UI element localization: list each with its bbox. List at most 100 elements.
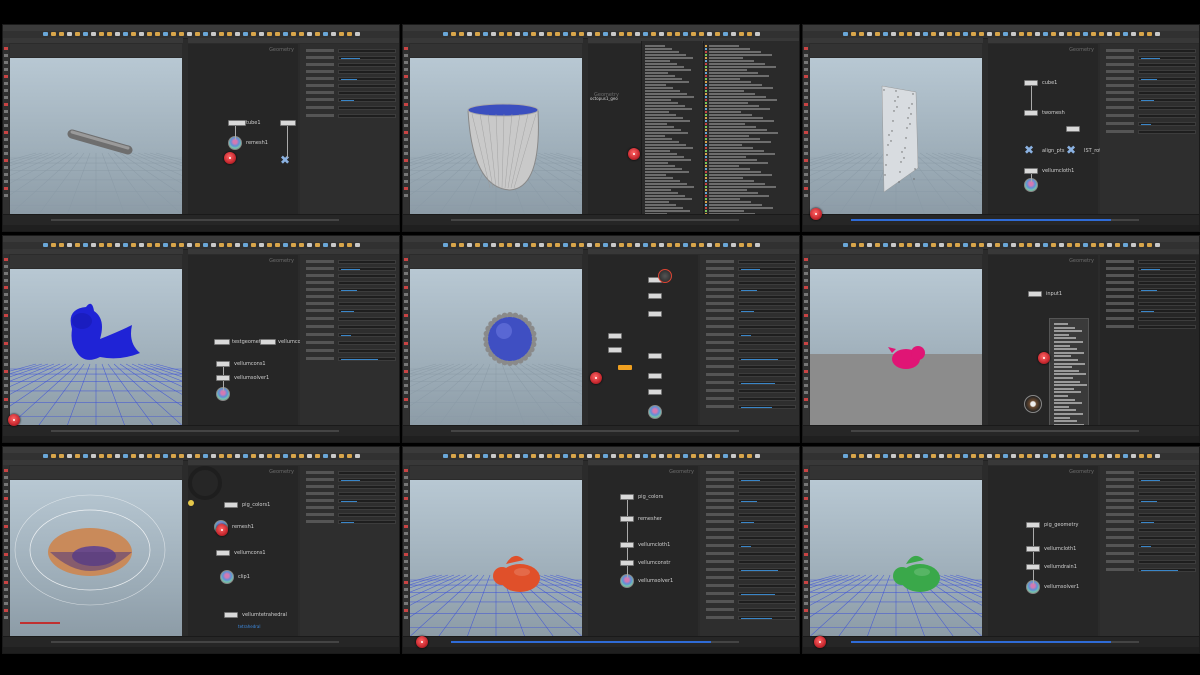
tool-icon[interactable] xyxy=(804,89,808,92)
tool-icon[interactable] xyxy=(404,180,408,183)
tool-icon[interactable] xyxy=(4,546,8,549)
shelf-tool-icon[interactable] xyxy=(299,243,304,247)
node-list-item[interactable] xyxy=(709,63,765,65)
node-list-item[interactable] xyxy=(645,90,680,92)
parameter-editor[interactable] xyxy=(1100,255,1199,428)
tool-icon[interactable] xyxy=(804,279,808,282)
shelf-tool-icon[interactable] xyxy=(219,243,224,247)
tool-icon[interactable] xyxy=(404,497,408,500)
tool-icon[interactable] xyxy=(4,131,8,134)
shelf-tool-icon[interactable] xyxy=(555,32,560,36)
shelf-tool-icon[interactable] xyxy=(1027,454,1032,458)
shelf-tool-icon[interactable] xyxy=(515,32,520,36)
shelf-tool-icon[interactable] xyxy=(595,454,600,458)
viewport-toolbar[interactable] xyxy=(810,255,982,268)
shelf-tool-icon[interactable] xyxy=(971,454,976,458)
shelf-tool-icon[interactable] xyxy=(323,32,328,36)
shelf-tool-icon[interactable] xyxy=(915,32,920,36)
shelf-tool-icon[interactable] xyxy=(291,243,296,247)
node-list-item[interactable] xyxy=(645,171,689,173)
parameter-row[interactable] xyxy=(706,568,796,572)
parameter-field[interactable] xyxy=(738,560,796,564)
shelf-tool-icon[interactable] xyxy=(291,454,296,458)
tool-icon[interactable] xyxy=(804,124,808,127)
tool-icon[interactable] xyxy=(804,391,808,394)
parameter-field[interactable] xyxy=(338,341,396,345)
tool-icon[interactable] xyxy=(4,321,8,324)
parameter-field[interactable] xyxy=(1138,260,1196,264)
node-list-item[interactable] xyxy=(709,183,765,185)
node-list-item[interactable] xyxy=(645,96,694,98)
node-list-item[interactable] xyxy=(645,81,689,83)
parameter-field[interactable] xyxy=(1138,106,1196,110)
scene-viewport[interactable] xyxy=(410,58,582,216)
shelf-tool-icon[interactable] xyxy=(883,454,888,458)
viewport-tabs[interactable] xyxy=(803,249,983,254)
shelf-tool-icon[interactable] xyxy=(227,243,232,247)
viewport-toolbar[interactable] xyxy=(10,44,182,57)
shelf-tool-icon[interactable] xyxy=(59,243,64,247)
parameter-field[interactable] xyxy=(1138,70,1196,74)
parameter-row[interactable] xyxy=(1106,499,1196,503)
parameter-row[interactable] xyxy=(706,357,796,361)
parameter-field[interactable] xyxy=(738,365,796,369)
node-list-item[interactable] xyxy=(645,102,678,104)
parameter-row[interactable] xyxy=(1106,77,1196,81)
parameter-editor[interactable] xyxy=(300,466,399,639)
parameter-field[interactable] xyxy=(338,478,396,482)
shelf-tool-icon[interactable] xyxy=(955,454,960,458)
parameter-row[interactable] xyxy=(706,471,796,475)
node-list-item[interactable] xyxy=(645,129,681,131)
tool-icon[interactable] xyxy=(4,511,8,514)
shelf-tool-icon[interactable] xyxy=(691,243,696,247)
node-list-item[interactable] xyxy=(645,117,683,119)
tool-icon[interactable] xyxy=(404,553,408,556)
sop-node[interactable] xyxy=(216,550,230,556)
tool-icon[interactable] xyxy=(804,476,808,479)
tool-icon[interactable] xyxy=(804,314,808,317)
shelf-tool-icon[interactable] xyxy=(931,243,936,247)
shelf-tool-icon[interactable] xyxy=(83,454,88,458)
shelf-tool-icon[interactable] xyxy=(323,454,328,458)
sop-node[interactable] xyxy=(260,339,276,345)
shelf-tool-icon[interactable] xyxy=(867,32,872,36)
tool-icon[interactable] xyxy=(804,265,808,268)
parameter-field[interactable] xyxy=(738,302,796,306)
parameter-editor[interactable] xyxy=(700,255,799,428)
node-list-item[interactable] xyxy=(709,171,761,173)
parameter-row[interactable] xyxy=(706,302,796,306)
shelf-tool-icon[interactable] xyxy=(1051,454,1056,458)
menu-item[interactable] xyxy=(1054,333,1069,336)
menu-item[interactable] xyxy=(1054,351,1084,354)
shelf-tool-icon[interactable] xyxy=(1147,32,1152,36)
parameter-field[interactable] xyxy=(1138,84,1196,88)
shelf-tool-icon[interactable] xyxy=(1107,32,1112,36)
shelf-tool-icon[interactable] xyxy=(83,243,88,247)
tool-icon[interactable] xyxy=(804,405,808,408)
viewport-tabs[interactable] xyxy=(3,38,183,43)
tool-icon[interactable] xyxy=(404,166,408,169)
shelf-tool-icon[interactable] xyxy=(475,243,480,247)
parameter-row[interactable] xyxy=(306,98,396,102)
parameter-field[interactable] xyxy=(738,357,796,361)
shelf-tool-icon[interactable] xyxy=(451,32,456,36)
scene-viewport[interactable] xyxy=(410,480,582,638)
tool-icon[interactable] xyxy=(804,117,808,120)
sop-node[interactable] xyxy=(648,311,662,317)
parameter-field[interactable] xyxy=(738,309,796,313)
parameter-row[interactable] xyxy=(306,274,396,278)
shelf-tool-icon[interactable] xyxy=(851,454,856,458)
shelf-tool-icon[interactable] xyxy=(323,243,328,247)
tool-icon[interactable] xyxy=(804,356,808,359)
shelf-tool-icon[interactable] xyxy=(355,243,360,247)
shelf-tool-icon[interactable] xyxy=(243,243,248,247)
shelf-tool-icon[interactable] xyxy=(979,32,984,36)
shelf-tool-icon[interactable] xyxy=(227,32,232,36)
shelf-tool-icon[interactable] xyxy=(1123,243,1128,247)
shelf-tool-icon[interactable] xyxy=(843,454,848,458)
tool-icon[interactable] xyxy=(804,82,808,85)
shelf-tool-icon[interactable] xyxy=(195,32,200,36)
parameter-field[interactable] xyxy=(738,260,796,264)
shelf-tool-icon[interactable] xyxy=(531,243,536,247)
shelf-tool-icon[interactable] xyxy=(139,32,144,36)
